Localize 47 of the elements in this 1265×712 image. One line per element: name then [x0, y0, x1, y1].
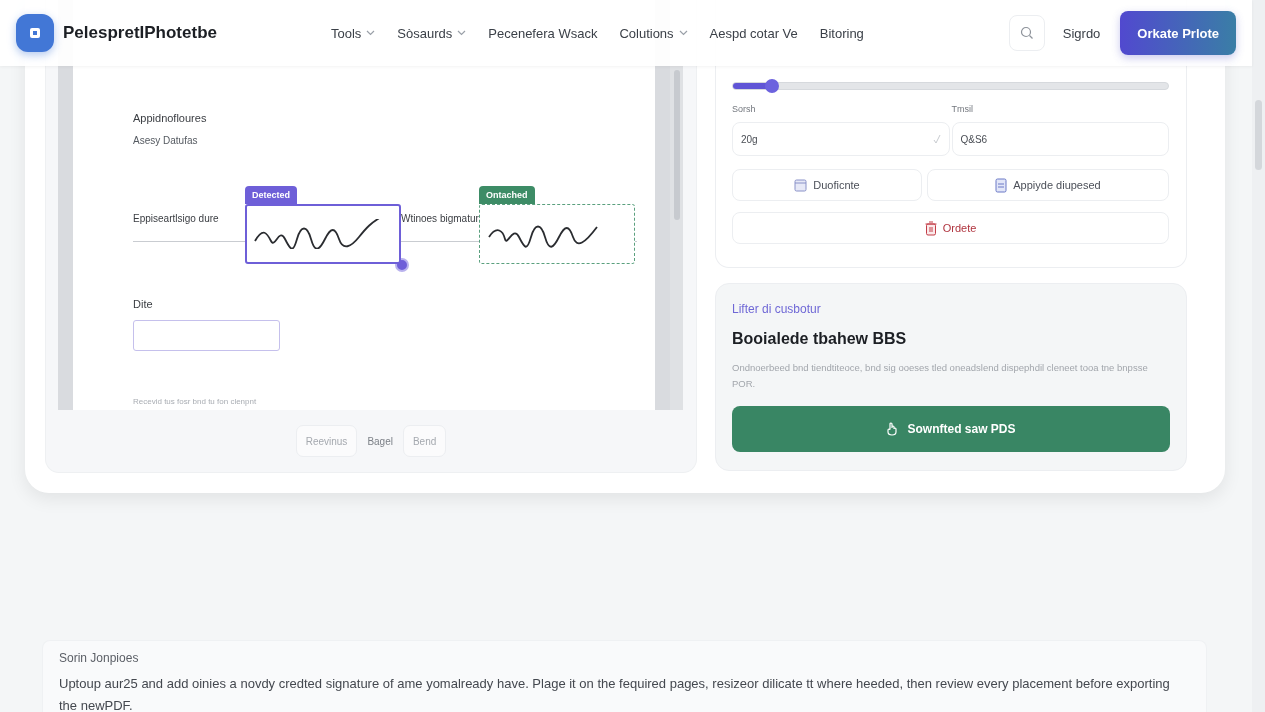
copy-icon — [794, 178, 808, 192]
cta-button[interactable]: Orkate Prlote — [1120, 11, 1236, 55]
chevron-down-icon — [678, 30, 688, 36]
nav-link[interactable]: Sòsaurds — [397, 25, 467, 41]
download-title: Booialede tbahew BBS — [732, 330, 908, 348]
status-tag: Detected — [245, 186, 297, 204]
page-indicator: Bagel — [367, 435, 393, 447]
nav-link[interactable]: Tools — [331, 25, 376, 41]
signature-field[interactable] — [245, 204, 401, 264]
footnote: Recevid tus fosr bnd tu fon clenpnt — [133, 397, 258, 406]
action-button[interactable]: Duoficnte — [732, 169, 922, 201]
field-label: Sorsh — [732, 104, 756, 114]
input-field[interactable]: 20g — [732, 122, 950, 156]
hand-icon — [886, 422, 899, 436]
eyebrow-text: Lifter di cusbotur — [732, 302, 822, 316]
date-label: Dite — [133, 298, 154, 310]
nav-link[interactable]: Bitoring — [819, 25, 864, 41]
field-label: Tmsil — [951, 104, 973, 114]
date-field[interactable] — [133, 320, 280, 351]
search-icon — [1019, 26, 1034, 40]
nav-link[interactable]: Colutions — [619, 25, 688, 41]
chevron-down-icon — [457, 30, 467, 36]
slider[interactable] — [732, 82, 1169, 90]
section-text: Uptoup aur25 and add oinies a novdy credted signature of ame yomalready have. Plage it on the fequired pages, resizeor dilicate tt where heeded, then review every placement before exporting the newPDF. — [59, 675, 1171, 712]
check-icon — [932, 134, 941, 144]
signature-field[interactable] — [479, 204, 635, 264]
sign-in-link[interactable]: Sigrdo — [1062, 25, 1101, 41]
logo-icon[interactable] — [16, 14, 54, 52]
page-scrollbar[interactable] — [1252, 0, 1265, 712]
chevron-down-icon — [366, 30, 376, 36]
brand-name[interactable]: PelespretIPhotetbe — [63, 23, 323, 43]
input-field[interactable]: Q&S6 — [951, 122, 1169, 156]
download-button[interactable]: Sownfted saw PDS — [732, 406, 1170, 452]
download-description: Ondnoerbeed bnd tiendtiteoce, bnd sig ooeses tled oneadslend dispephdil cleneet tooa tne bnpsse POR. — [732, 361, 1149, 391]
slider-thumb[interactable] — [765, 79, 780, 93]
document-heading: Appidnofloures — [133, 112, 208, 124]
section-title: Sorin Jonpioes — [59, 651, 140, 665]
trash-icon — [924, 220, 937, 236]
document-icon — [995, 177, 1008, 193]
nav-link[interactable]: Aespd cotar Ve — [709, 25, 798, 41]
status-tag: Ontached — [479, 186, 535, 204]
signature-label: Wtinoes bigmatur — [401, 213, 479, 224]
nav-link[interactable]: Pecenefera Wsack — [488, 25, 598, 41]
document-subheading: Asesy Datufas — [133, 135, 199, 146]
delete-button[interactable]: Ordete — [732, 212, 1169, 244]
action-button[interactable]: Appiyde diupesed — [927, 169, 1169, 201]
scrollbar[interactable] — [670, 66, 683, 410]
